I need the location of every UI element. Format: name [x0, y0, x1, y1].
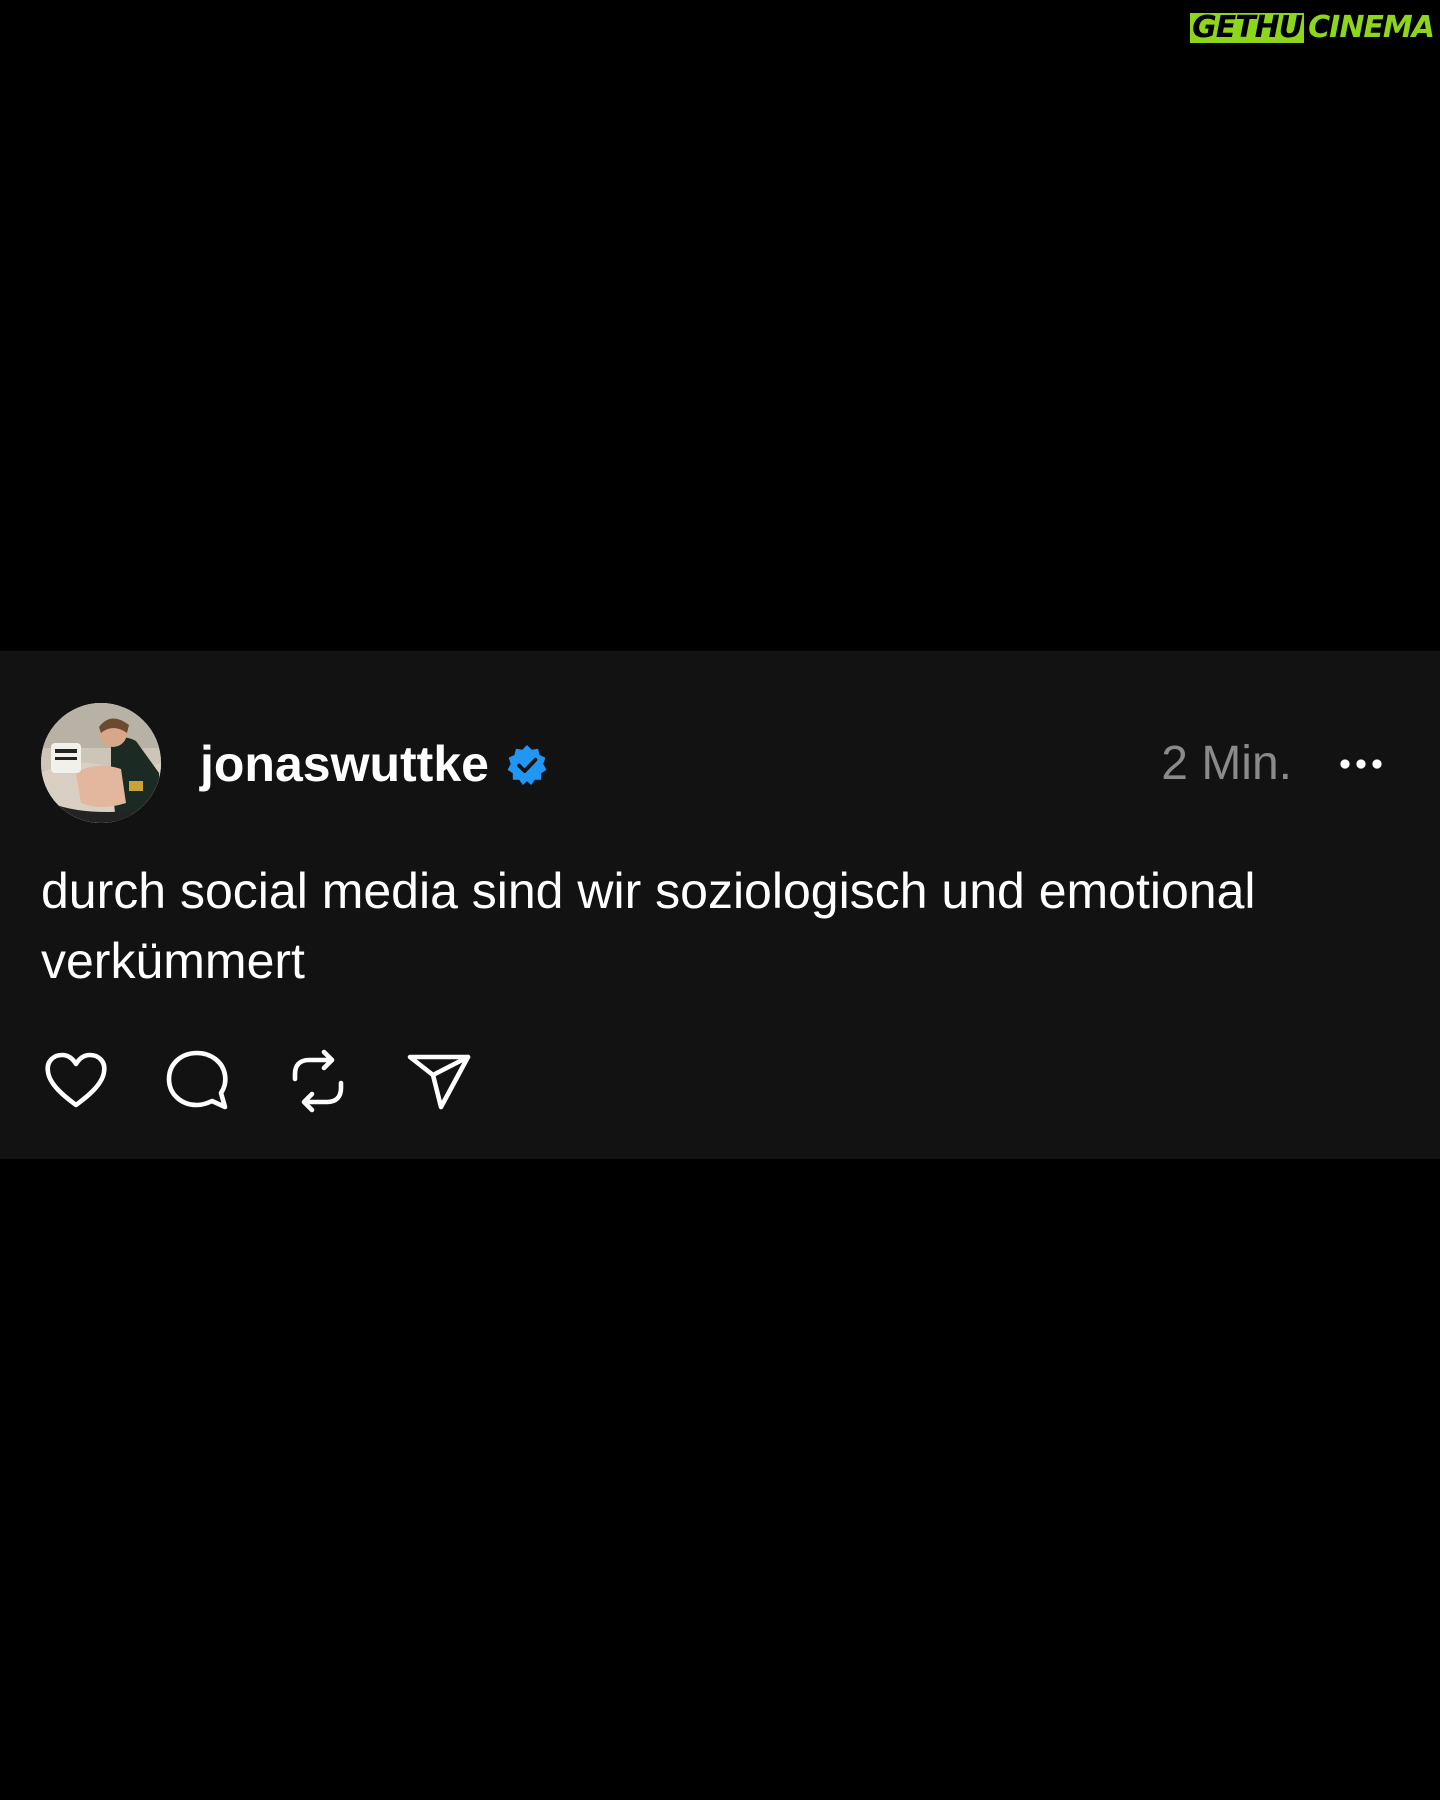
comment-button[interactable] [162, 1046, 232, 1116]
post-timestamp: 2 Min. [1161, 737, 1292, 790]
avatar[interactable] [41, 703, 161, 823]
send-icon [407, 1054, 471, 1110]
heart-icon [45, 1052, 107, 1108]
verified-badge-icon [507, 745, 547, 785]
post-actions [41, 1044, 474, 1118]
watermark-boxed-text: GETHU [1188, 11, 1307, 45]
like-button[interactable] [41, 1046, 111, 1116]
watermark-logo: GETHU CINEMA [1188, 10, 1435, 46]
post-card: jonaswuttke 2 Min. durch social media si… [0, 651, 1440, 1159]
avatar-photo [41, 703, 161, 823]
post-text: durch social media sind wir soziologisch… [41, 863, 1256, 989]
more-dots-icon[interactable] [1336, 744, 1386, 784]
comment-bubble-icon [166, 1050, 228, 1110]
repost-icon [292, 1049, 344, 1113]
repost-button[interactable] [283, 1046, 353, 1116]
watermark-text: CINEMA [1308, 10, 1435, 45]
post-username[interactable]: jonaswuttke [200, 735, 489, 793]
share-button[interactable] [404, 1046, 474, 1116]
